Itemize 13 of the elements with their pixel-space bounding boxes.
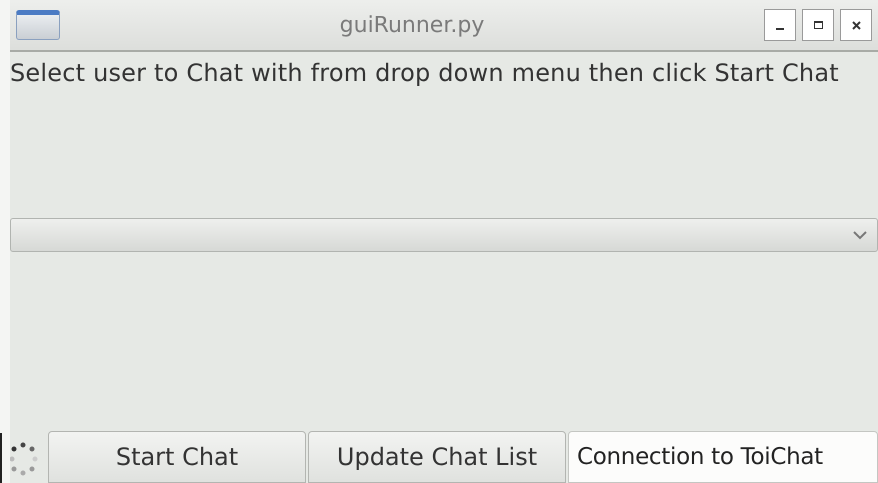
close-button[interactable] xyxy=(840,9,872,41)
close-icon xyxy=(852,20,860,30)
minimize-button[interactable] xyxy=(764,9,796,41)
chevron-down-icon xyxy=(853,230,867,240)
action-button[interactable]: Start Chat xyxy=(48,431,306,483)
maximize-icon xyxy=(814,21,822,29)
status-text: Connection to ToiChat xyxy=(577,442,823,472)
maximize-button[interactable] xyxy=(802,9,834,41)
minimize-icon xyxy=(776,28,784,30)
action-button[interactable]: Update Chat List xyxy=(308,431,566,483)
window-title: guiRunner.py xyxy=(340,12,484,40)
instruction-text: Select user to Chat with from drop down menu then click Start Chat xyxy=(10,58,840,88)
window-icon xyxy=(16,10,60,40)
